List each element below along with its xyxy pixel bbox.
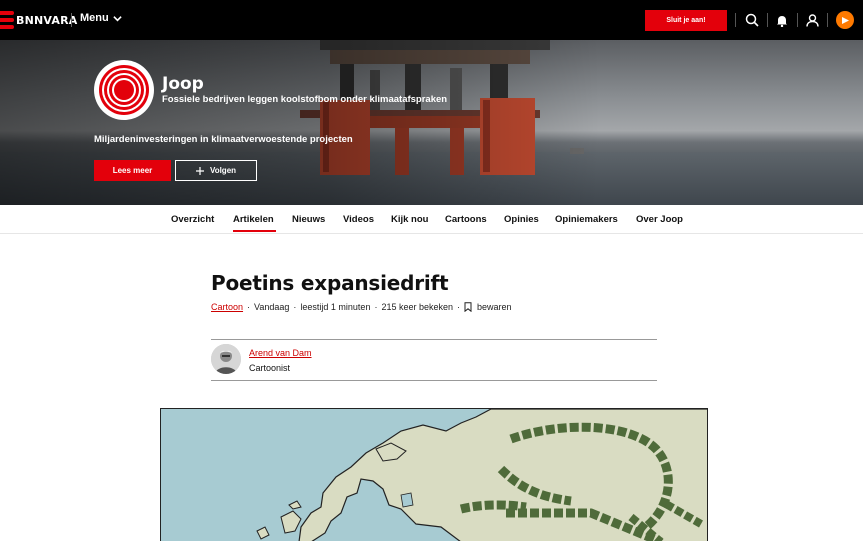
divider — [797, 13, 798, 27]
article-date: Vandaag — [254, 302, 290, 312]
reading-time: leestijd 1 minuten — [300, 302, 371, 312]
bnnvara-logo[interactable]: BNNVARA — [0, 9, 77, 31]
follow-label: Volgen — [209, 166, 237, 175]
author-name-link[interactable]: Arend van Dam — [249, 348, 312, 358]
divider — [71, 13, 72, 27]
divider — [767, 13, 768, 27]
save-label: bewaren — [477, 302, 512, 312]
brand-name: Joop — [162, 74, 204, 94]
tab-opinies[interactable]: Opinies — [504, 214, 539, 225]
view-count: 215 keer bekeken — [381, 302, 454, 312]
meta-separator: · — [293, 302, 297, 312]
plus-icon — [195, 166, 204, 175]
menu-label: Menu — [80, 12, 109, 24]
save-button[interactable]: bewaren — [464, 302, 512, 312]
bnnvara-logo-mark-icon — [0, 9, 14, 31]
tab-opiniemakers[interactable]: Opiniemakers — [555, 214, 618, 225]
join-button[interactable]: Sluit je aan! — [645, 10, 727, 31]
search-icon[interactable] — [743, 11, 761, 29]
bell-icon[interactable] — [773, 11, 791, 29]
article-meta: Cartoon · Vandaag · leestijd 1 minuten ·… — [211, 302, 512, 312]
cartoon-image — [160, 408, 708, 541]
brand-subtitle: Fossiele bedrijven leggen koolstofbom on… — [162, 94, 448, 105]
user-icon[interactable] — [803, 11, 821, 29]
active-tab-indicator — [233, 230, 276, 232]
tab-nieuws[interactable]: Nieuws — [292, 214, 325, 225]
author-box: Arend van Dam Cartoonist — [211, 339, 657, 381]
section-nav: Overzicht Artikelen Nieuws Videos Kijk n… — [0, 205, 863, 234]
meta-separator: · — [247, 302, 251, 312]
menu-button[interactable]: Menu — [80, 12, 122, 24]
tab-videos[interactable]: Videos — [343, 214, 374, 225]
brand-description: Miljardeninvesteringen in klimaatverwoes… — [94, 134, 353, 145]
tab-overzicht[interactable]: Overzicht — [171, 214, 214, 225]
author-avatar[interactable] — [211, 344, 241, 374]
tab-over-joop[interactable]: Over Joop — [636, 214, 683, 225]
divider — [735, 13, 736, 27]
read-more-button[interactable]: Lees meer — [94, 160, 171, 181]
category-link[interactable]: Cartoon — [211, 302, 243, 312]
joop-logo-icon[interactable] — [94, 60, 154, 120]
top-bar: BNNVARA Menu Sluit je aan! — [0, 0, 863, 40]
npo-icon[interactable] — [836, 11, 854, 29]
follow-button[interactable]: Volgen — [175, 160, 257, 181]
hero-overlay — [0, 40, 600, 205]
meta-separator: · — [374, 302, 378, 312]
chevron-down-icon — [113, 15, 122, 21]
article-title: Poetins expansiedrift — [211, 271, 449, 295]
tab-cartoons[interactable]: Cartoons — [445, 214, 487, 225]
bookmark-icon — [464, 302, 472, 312]
meta-separator: · — [457, 302, 461, 312]
tab-artikelen[interactable]: Artikelen — [233, 214, 274, 225]
cartoon-illustration — [161, 409, 707, 541]
author-role: Cartoonist — [249, 363, 291, 373]
hero-banner: Joop Fossiele bedrijven leggen koolstofb… — [0, 40, 863, 205]
logo-text: BNNVARA — [16, 13, 78, 27]
divider — [827, 13, 828, 27]
tab-kijk-nou[interactable]: Kijk nou — [391, 214, 428, 225]
